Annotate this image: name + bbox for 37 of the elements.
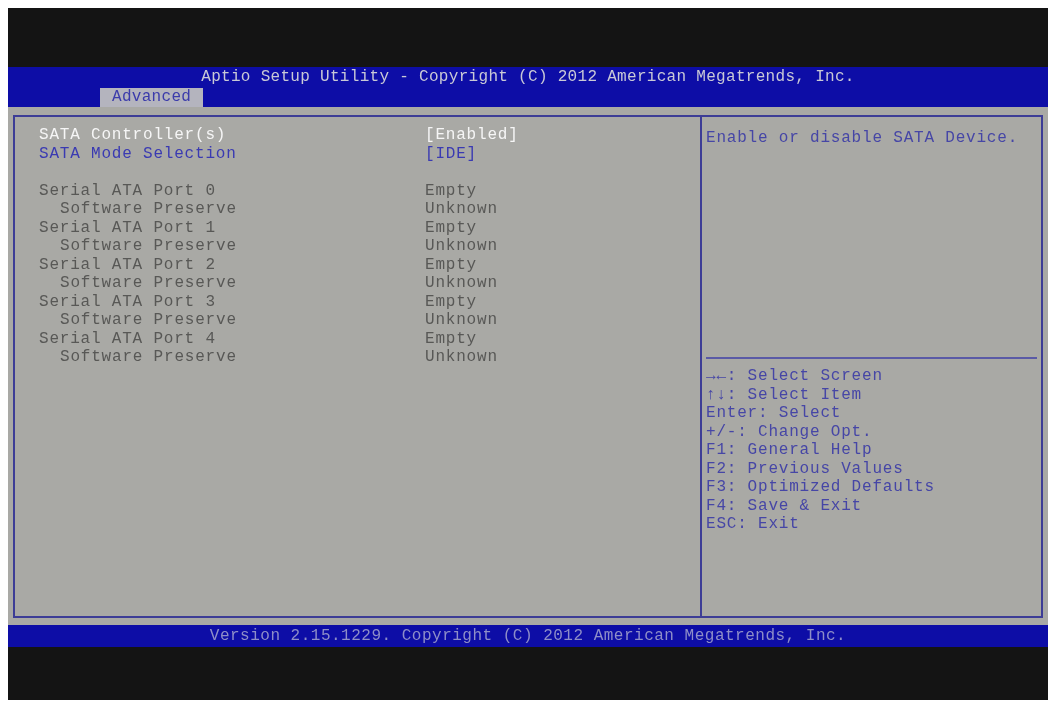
key-hint: F4: Save & Exit (706, 496, 863, 515)
port-label: Serial ATA Port 0 (39, 181, 217, 200)
port-label: Serial ATA Port 2 (39, 255, 217, 274)
option-label[interactable]: SATA Controller(s) (39, 126, 425, 145)
port-status: Empty (425, 329, 477, 348)
info-value: Unknown (425, 274, 498, 293)
key-hint: Enter: Select (706, 404, 842, 423)
info-value: Unknown (425, 237, 498, 256)
info-label: Software Preserve (60, 348, 238, 367)
key-hint: →←: Select Screen (706, 367, 883, 386)
key-hint: ESC: Exit (706, 515, 800, 534)
key-hint: F2: Previous Values (706, 459, 904, 478)
info-value: Unknown (425, 200, 498, 219)
key-hint: F3: Optimized Defaults (706, 478, 935, 497)
help-text: Enable or disable SATA Device. (706, 129, 1019, 147)
option-value[interactable]: [Enabled] (425, 126, 519, 145)
info-label: Software Preserve (60, 237, 238, 256)
key-hint: ↑↓: Select Item (706, 385, 863, 404)
option-label[interactable]: SATA Mode Selection (39, 144, 425, 163)
port-label: Serial ATA Port 1 (39, 218, 217, 237)
info-label: Software Preserve (60, 311, 238, 330)
utility-title: Aptio Setup Utility - Copyright (C) 2012 American Megatrends, Inc. (201, 68, 855, 86)
version-text: Version 2.15.1229. Copyright (C) 2012 American Megatrends, Inc. (209, 627, 847, 645)
key-hint: +/-: Change Opt. (706, 422, 873, 441)
port-status: Empty (425, 181, 477, 200)
info-value: Unknown (425, 311, 498, 330)
port-label: Serial ATA Port 4 (39, 329, 217, 348)
menu-tab[interactable]: Advanced (100, 88, 204, 107)
info-value: Unknown (425, 348, 498, 367)
option-value[interactable]: [IDE] (425, 144, 477, 163)
port-status: Empty (425, 255, 477, 274)
info-label: Software Preserve (60, 200, 238, 219)
port-status: Empty (425, 218, 477, 237)
port-label: Serial ATA Port 3 (39, 292, 217, 311)
key-hint: F1: General Help (706, 441, 873, 460)
port-status: Empty (425, 292, 477, 311)
info-label: Software Preserve (60, 274, 238, 293)
